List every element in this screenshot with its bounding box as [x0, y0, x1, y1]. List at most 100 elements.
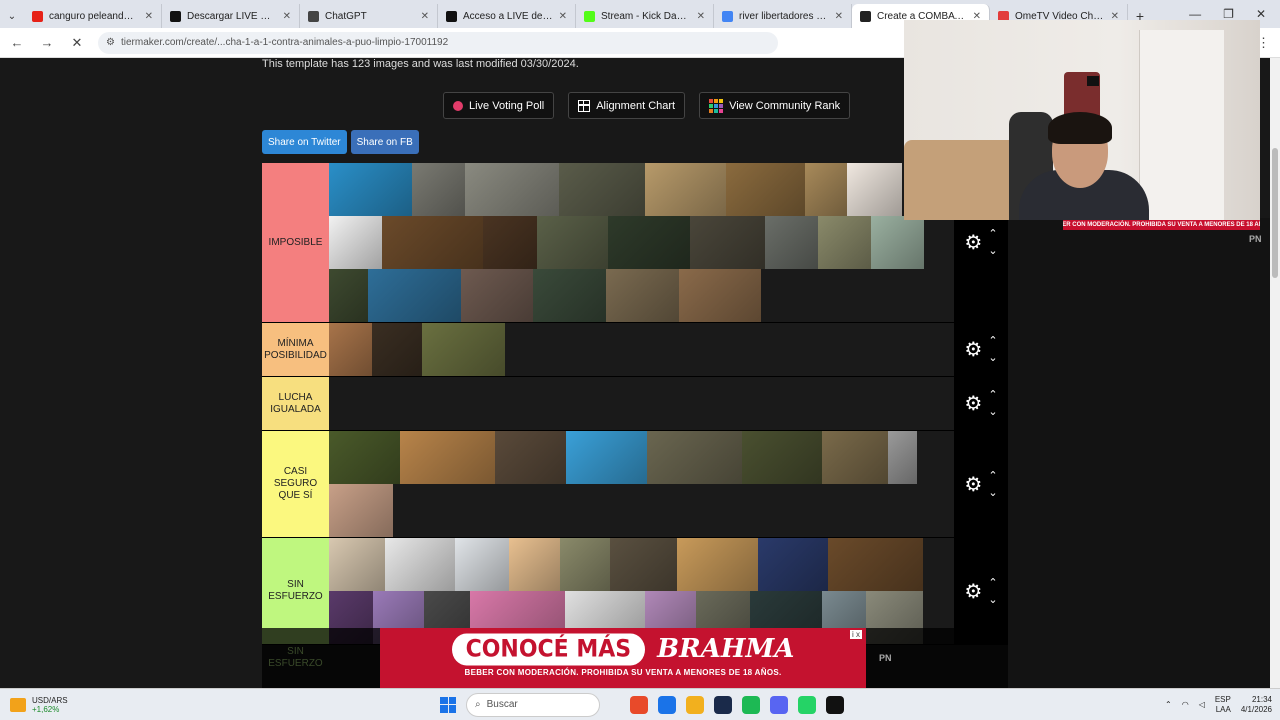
tier-label[interactable]: IMPOSIBLE — [262, 163, 329, 322]
tray-chevron-icon[interactable]: ⌃ — [1165, 700, 1172, 709]
tier-image-elephant[interactable] — [871, 216, 924, 269]
tier-image-cats[interactable] — [385, 538, 455, 591]
tier-image-dinosaur[interactable] — [847, 163, 902, 216]
tier-image-moose[interactable] — [382, 216, 483, 269]
tier-image-malinois[interactable] — [422, 323, 505, 376]
alignment-chart-button[interactable]: Alignment Chart — [568, 92, 686, 119]
brahma-ad[interactable]: i x CONOCÉ MÁS BRAHMA BEBER CON MODERACI… — [380, 628, 866, 688]
tier-image-walrus[interactable] — [495, 431, 566, 484]
taskbar-app-icon[interactable] — [630, 695, 648, 714]
tier-image-pig[interactable] — [329, 484, 393, 537]
tier-image-donkey[interactable] — [742, 431, 822, 484]
browser-tab[interactable]: Descargar LIVE Studio | Ti ✕ — [162, 4, 300, 28]
taskbar-search[interactable]: ⌕ Buscar — [466, 692, 600, 717]
tier-image-eagle[interactable] — [329, 216, 382, 269]
tier-label[interactable]: CASI SEGURO QUE SÍ — [262, 431, 329, 537]
community-rank-button[interactable]: View Community Rank — [699, 92, 851, 119]
browser-tab[interactable]: Stream - Kick Dashboard ✕ — [576, 4, 714, 28]
tier-image-centipede[interactable] — [610, 538, 677, 591]
share-twitter-button[interactable]: Share on Twitter — [262, 130, 347, 154]
gear-icon[interactable]: ⚙ — [964, 394, 982, 414]
gear-icon[interactable]: ⚙ — [964, 233, 982, 253]
stop-icon[interactable]: ✕ — [68, 35, 86, 51]
browser-tab[interactable]: Acceso a LIVE de TikTok ✕ — [438, 4, 576, 28]
live-voting-poll-button[interactable]: Live Voting Poll — [443, 92, 555, 119]
language-indicator[interactable]: ESP LAA — [1215, 695, 1231, 715]
tier-image-komodo[interactable] — [647, 431, 742, 484]
move-up-icon[interactable]: ⌃ — [988, 390, 997, 401]
tab-close-icon[interactable]: ✕ — [145, 11, 153, 22]
close-window-icon[interactable]: ✕ — [1256, 7, 1266, 21]
move-down-icon[interactable]: ⌄ — [988, 594, 997, 606]
move-down-icon[interactable]: ⌄ — [988, 353, 997, 364]
tier-image-shark[interactable] — [329, 163, 412, 216]
tier-image-wolf[interactable] — [412, 163, 465, 216]
share-fb-button[interactable]: Share on FB — [350, 130, 419, 154]
tier-image-cougar[interactable] — [805, 163, 847, 216]
browser-tab[interactable]: canguro peleando - YouTube ✕ — [24, 4, 162, 28]
tier-image-hippo-2[interactable] — [461, 269, 533, 322]
site-info-icon[interactable]: ⚙ — [106, 37, 115, 48]
page-scrollbar[interactable] — [1270, 58, 1280, 688]
tier-image-whale-shark[interactable] — [368, 269, 461, 322]
tier-image-chihuahua[interactable] — [329, 538, 385, 591]
tier-image-pole[interactable] — [888, 431, 917, 484]
tier-image-vulture[interactable] — [559, 163, 645, 216]
gear-icon[interactable]: ⚙ — [964, 475, 982, 495]
move-up-icon[interactable]: ⌃ — [988, 470, 997, 482]
tier-image-ostrich[interactable] — [329, 323, 372, 376]
taskbar-app-icon[interactable] — [742, 695, 760, 714]
tier-image-goose[interactable] — [560, 538, 610, 591]
restore-icon[interactable]: ❐ — [1223, 7, 1234, 21]
taskbar-app-icon[interactable] — [826, 695, 844, 714]
tab-search-icon[interactable]: ⌄ — [0, 4, 24, 28]
scroll-thumb[interactable] — [1272, 148, 1278, 278]
move-down-icon[interactable]: ⌄ — [988, 407, 997, 418]
tier-image-monkey[interactable] — [329, 269, 368, 322]
tier-label[interactable]: MÍNIMA POSIBILIDAD — [262, 323, 329, 376]
tier-image-cobra[interactable] — [606, 269, 679, 322]
move-down-icon[interactable]: ⌄ — [988, 487, 997, 499]
gear-icon[interactable]: ⚙ — [964, 340, 982, 360]
stock-widget[interactable]: USD/ARS +1,62% — [0, 696, 68, 714]
forward-icon[interactable]: → — [38, 35, 56, 50]
tier-label[interactable]: LUCHA IGUALADA — [262, 377, 329, 430]
volume-icon[interactable]: ◁ — [1199, 700, 1205, 709]
tier-image-giraffe[interactable] — [645, 163, 726, 216]
gear-icon[interactable]: ⚙ — [964, 582, 982, 602]
browser-tab[interactable]: river libertadores - Buscar ✕ — [714, 4, 852, 28]
tier-image-wolf-pack[interactable] — [465, 163, 559, 216]
tier-image-gorilla[interactable] — [608, 216, 690, 269]
ad-close-badge[interactable]: i x — [850, 630, 862, 639]
tier-image-panda[interactable] — [533, 269, 606, 322]
taskbar-app-icon[interactable] — [658, 695, 676, 714]
tier-image-hawk[interactable] — [679, 269, 761, 322]
tier-image-crocodile[interactable] — [537, 216, 608, 269]
tier-image-cat[interactable] — [400, 431, 495, 484]
tab-close-icon[interactable]: ✕ — [697, 11, 705, 22]
clock[interactable]: 21:34 4/1/2026 — [1241, 695, 1272, 715]
ad-cta[interactable]: CONOCÉ MÁS — [451, 633, 646, 665]
taskbar-app-icon[interactable] — [770, 695, 788, 714]
url-field[interactable]: ⚙ tiermaker.com/create/...cha-1-a-1-cont… — [98, 31, 778, 54]
tier-image-buffalo[interactable] — [690, 216, 765, 269]
tier-image-kid[interactable] — [758, 538, 828, 591]
back-icon[interactable]: ← — [8, 35, 26, 50]
move-up-icon[interactable]: ⌃ — [988, 229, 997, 240]
move-up-icon[interactable]: ⌃ — [988, 577, 997, 589]
tab-close-icon[interactable]: ✕ — [835, 11, 843, 22]
tier-image-rooster[interactable] — [677, 538, 758, 591]
wifi-icon[interactable]: ◠ — [1182, 700, 1189, 709]
tier-image-hippo[interactable] — [765, 216, 818, 269]
tab-close-icon[interactable]: ✕ — [421, 11, 429, 22]
tab-close-icon[interactable]: ✕ — [559, 11, 567, 22]
tier-image-sloth[interactable] — [822, 431, 888, 484]
tier-image-horse[interactable] — [483, 216, 537, 269]
tier-image-rottweiler[interactable] — [372, 323, 422, 376]
taskbar-app-icon[interactable] — [686, 695, 704, 714]
minimize-icon[interactable]: — — [1189, 7, 1201, 21]
windows-start-icon[interactable] — [440, 696, 456, 713]
taskbar-app-icon[interactable] — [714, 695, 732, 714]
tier-image-hamster[interactable] — [509, 538, 560, 591]
taskbar-app-icon[interactable] — [798, 695, 816, 714]
